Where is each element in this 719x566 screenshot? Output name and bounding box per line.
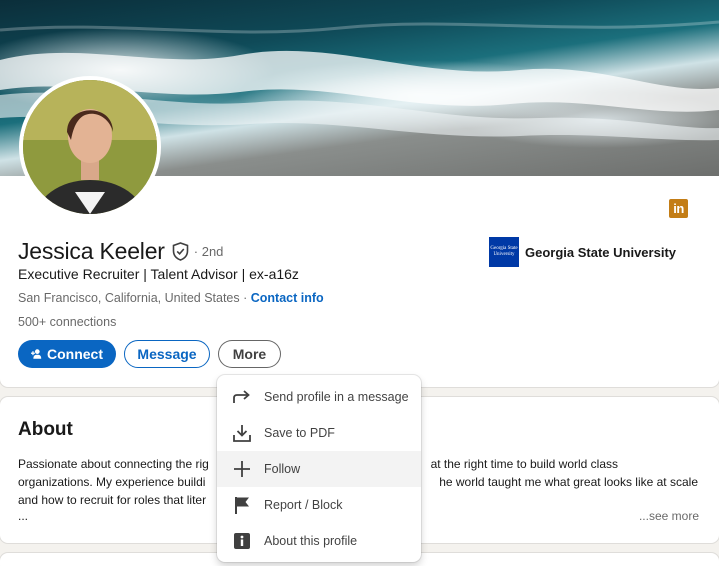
menu-item-send-profile[interactable]: Send profile in a message [217, 379, 421, 415]
profile-location: San Francisco, California, United States [18, 291, 240, 305]
profile-card: in Jessica Keeler · 2nd Executive Recrui… [0, 0, 719, 387]
message-button[interactable]: Message [124, 340, 210, 368]
university-name: Georgia State University [525, 244, 676, 260]
see-more-link[interactable]: ...see more [639, 509, 699, 523]
menu-item-label: Follow [264, 462, 301, 476]
more-label: More [232, 346, 267, 362]
add-person-icon [31, 349, 42, 359]
connect-label: Connect [47, 346, 103, 362]
university-logo: Georgia State University [489, 237, 519, 267]
education-link[interactable]: Georgia State University Georgia State U… [489, 237, 676, 267]
profile-avatar[interactable] [19, 76, 161, 218]
menu-item-label: Send profile in a message [264, 390, 409, 404]
linkedin-icon[interactable]: in [669, 199, 688, 218]
flag-icon [235, 497, 249, 514]
menu-item-report-block[interactable]: Report / Block [217, 487, 421, 523]
connection-degree: · 2nd [193, 244, 224, 259]
location-separator: · [239, 291, 251, 305]
about-ellipsis: ... [18, 509, 29, 523]
university-logo-text: Georgia State University [490, 246, 518, 257]
profile-actions: Connect Message More [18, 340, 281, 368]
menu-item-follow[interactable]: Follow [217, 451, 421, 487]
more-button[interactable]: More [218, 340, 281, 368]
about-line-1-left: Passionate about connecting the rig [18, 457, 209, 471]
download-icon [233, 425, 251, 442]
profile-headline: Executive Recruiter | Talent Advisor | e… [18, 266, 299, 282]
message-label: Message [137, 346, 197, 362]
name-row: Jessica Keeler · 2nd [18, 238, 223, 265]
about-line-3-left: and how to recruit for roles that liter [18, 493, 207, 507]
menu-item-label: About this profile [264, 534, 358, 548]
about-line-2-left: organizations. My experience buildi [18, 475, 206, 489]
profile-name: Jessica Keeler [18, 238, 165, 264]
avatar-photo [23, 80, 157, 214]
location-row: San Francisco, California, United States… [18, 291, 324, 305]
menu-item-label: Report / Block [264, 498, 343, 512]
menu-item-save-pdf[interactable]: Save to PDF [217, 415, 421, 451]
info-icon [234, 533, 250, 549]
about-title: About [18, 419, 73, 440]
plus-icon [234, 461, 250, 477]
about-line-1-right: at the right time to build world class [430, 457, 618, 471]
share-arrow-icon [233, 390, 250, 403]
more-dropdown-menu: Send profile in a message Save to PDF Fo… [217, 375, 421, 562]
about-line-2-right: he world taught me what great looks like… [439, 475, 698, 489]
menu-item-label: Save to PDF [264, 426, 335, 440]
menu-item-about-profile[interactable]: About this profile [217, 523, 421, 559]
verified-shield-icon[interactable] [172, 242, 189, 261]
contact-info-link[interactable]: Contact info [251, 291, 324, 305]
connections-count[interactable]: 500+ connections [18, 315, 116, 329]
connect-button[interactable]: Connect [18, 340, 116, 368]
